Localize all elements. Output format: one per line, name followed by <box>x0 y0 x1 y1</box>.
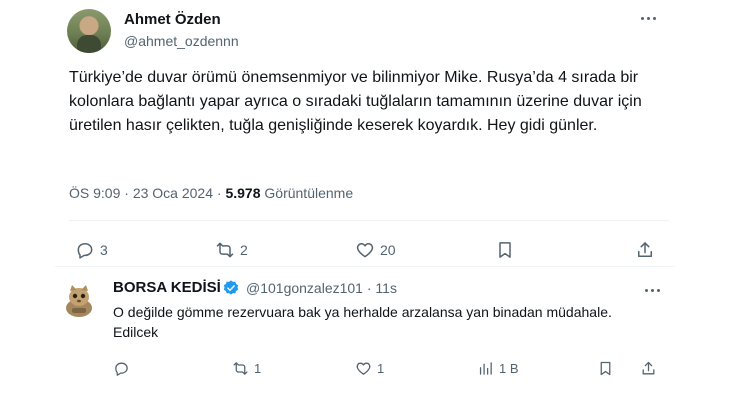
reply-author-handle[interactable]: @101gonzalez101 · 11s <box>246 280 397 296</box>
share-icon <box>638 242 652 257</box>
reply-icon <box>115 362 128 376</box>
retweet-count: 2 <box>240 242 248 258</box>
like-icon <box>356 243 374 258</box>
bookmark-icon <box>499 242 511 258</box>
bookmark-icon <box>600 361 611 376</box>
author-name[interactable]: Ahmet Özden <box>124 11 221 28</box>
author-avatar[interactable] <box>67 9 111 53</box>
divider <box>69 220 669 221</box>
tweet-date[interactable]: 23 Oca 2024 <box>133 185 213 201</box>
reply-bookmark-button[interactable] <box>597 360 614 377</box>
like-count: 20 <box>380 242 396 258</box>
retweet-button[interactable]: 2 <box>215 240 248 260</box>
reply-retweet-button[interactable]: 1 <box>232 360 261 377</box>
reply-share-button[interactable] <box>640 360 657 377</box>
reply-retweet-count: 1 <box>254 361 262 376</box>
more-icon[interactable] <box>636 8 660 28</box>
bookmark-button[interactable] <box>495 240 515 260</box>
reply-like-count: 1 <box>377 361 385 376</box>
reply-views-count: 1 B <box>499 361 519 376</box>
verified-badge-icon <box>223 280 239 295</box>
more-icon[interactable] <box>640 280 664 300</box>
retweet-icon <box>233 362 248 375</box>
retweet-icon <box>216 242 234 258</box>
reply-views-button[interactable]: 1 B <box>477 360 519 377</box>
views-icon <box>479 362 492 375</box>
reply-avatar[interactable] <box>60 281 98 319</box>
share-button[interactable] <box>635 240 655 260</box>
views-label: Görüntülenme <box>264 185 354 201</box>
reply-button[interactable]: 3 <box>75 240 108 260</box>
reply-count: 3 <box>100 242 108 258</box>
like-button[interactable]: 20 <box>355 240 396 260</box>
tweet-time[interactable]: ÖS 9:09 <box>69 185 120 201</box>
like-icon <box>356 362 371 375</box>
reply-author-name[interactable]: BORSA KEDİSİ <box>113 279 221 296</box>
divider <box>55 266 675 267</box>
reply-reply-button[interactable] <box>113 360 130 377</box>
reply-icon <box>77 243 93 259</box>
author-handle[interactable]: @ahmet_ozdennn <box>124 33 239 49</box>
cat-avatar-icon <box>66 285 92 317</box>
share-icon <box>642 361 655 375</box>
tweet-text: Türkiye’de duvar örümü önemsenmiyor ve b… <box>69 69 642 134</box>
tweet-meta: ÖS 9:09 · 23 Oca 2024 · 5.978 Görüntülen… <box>69 185 353 201</box>
meta-separator: · <box>216 185 222 201</box>
reply-text: O değilde gömme rezervuara bak ya herhal… <box>113 304 612 340</box>
views-count: 5.978 <box>225 185 261 201</box>
reply-like-button[interactable]: 1 <box>355 360 384 377</box>
meta-separator: · <box>124 185 129 201</box>
